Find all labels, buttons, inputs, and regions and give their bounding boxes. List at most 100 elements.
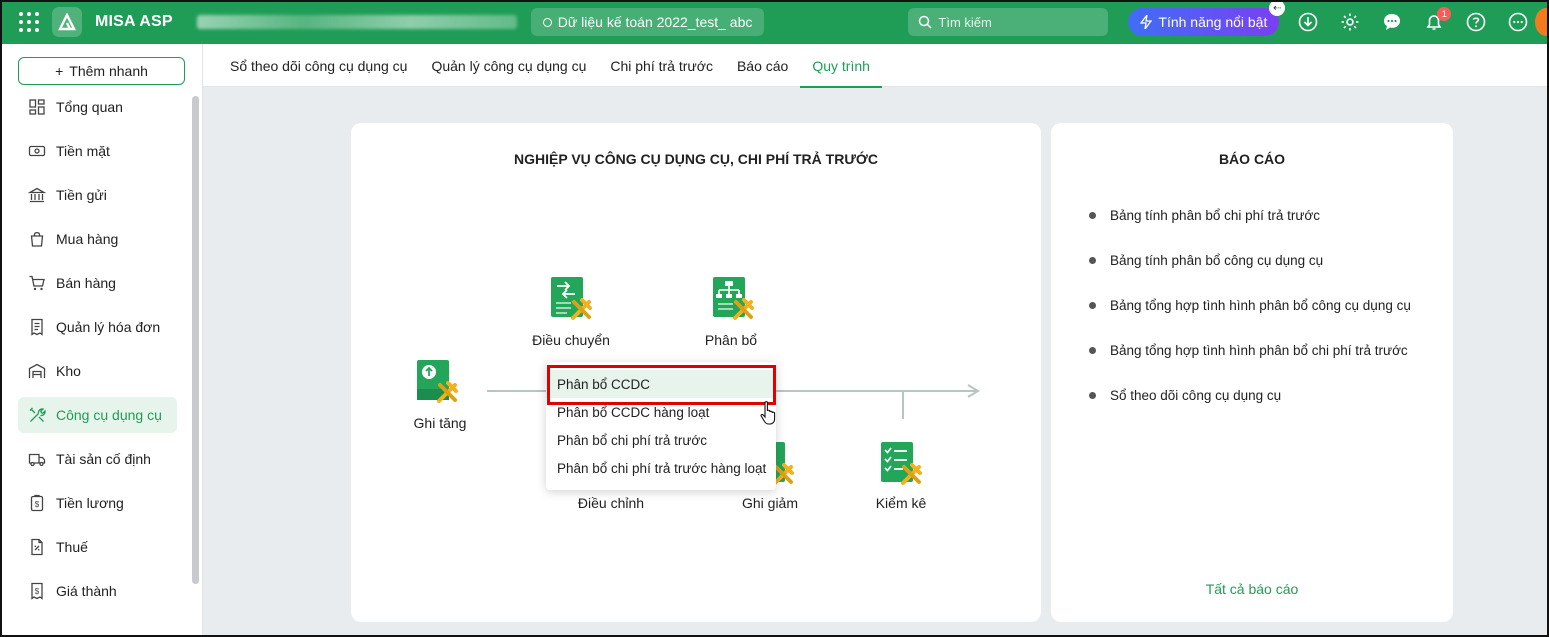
- notification-count-badge: 1: [1437, 7, 1452, 21]
- phan-bo-label[interactable]: Phân bổ: [671, 332, 791, 348]
- sidebar-item-label: Mua hàng: [56, 231, 119, 247]
- cost-icon: $: [31, 582, 43, 600]
- app-name: MISA ASP: [95, 13, 173, 30]
- sidebar-item-label: Tiền mặt: [56, 143, 110, 159]
- all-reports-link[interactable]: Tất cả báo cáo: [1051, 581, 1453, 597]
- report-link[interactable]: Bảng tính phân bổ công cụ dụng cụ: [1089, 238, 1411, 283]
- featured-label: Tính năng nổi bật: [1158, 14, 1268, 30]
- bullet-icon: [1089, 392, 1096, 399]
- sidebar-item-tien-mat[interactable]: Tiền mặt: [18, 133, 177, 169]
- bullet-icon: [1089, 347, 1096, 354]
- dieu-chuyen-icon[interactable]: [549, 276, 595, 322]
- search-placeholder: Tìm kiếm: [938, 14, 992, 30]
- sidebar-item-tien-luong[interactable]: $ Tiền lương: [18, 485, 177, 521]
- more-options-icon[interactable]: [1507, 11, 1529, 33]
- hand-pointer-icon: [760, 401, 776, 425]
- cash-icon: [28, 145, 46, 157]
- salary-icon: $: [30, 494, 44, 512]
- report-link-label: Bảng tổng hợp tình hình phân bổ công cụ …: [1110, 298, 1411, 313]
- report-link[interactable]: Sổ theo dõi công cụ dụng cụ: [1089, 373, 1411, 418]
- ghi-tang-icon[interactable]: [415, 359, 461, 405]
- invoice-icon: [31, 318, 43, 336]
- dieu-chinh-label[interactable]: Điều chỉnh: [551, 495, 671, 511]
- company-name-blurred: [196, 15, 517, 29]
- report-link-label: Bảng tính phân bổ chi phí trả trước: [1110, 208, 1321, 223]
- tab-so-theo-doi-ccdc[interactable]: Sổ theo dõi công cụ dụng cụ: [218, 44, 419, 87]
- report-link[interactable]: Bảng tổng hợp tình hình phân bổ chi phí …: [1089, 328, 1411, 373]
- dashboard-icon: [29, 99, 45, 115]
- kiem-ke-label[interactable]: Kiểm kê: [841, 495, 961, 511]
- misa-logo: [52, 7, 82, 37]
- sidebar-nav: Tổng quan Tiền mặt Tiền gửi Mua hàng Bán…: [18, 89, 177, 617]
- tab-bao-cao[interactable]: Báo cáo: [725, 44, 800, 87]
- download-icon[interactable]: [1297, 11, 1319, 33]
- chat-icon[interactable]: [1381, 11, 1403, 33]
- sidebar-item-label: Giá thành: [56, 583, 117, 599]
- search-input[interactable]: Tìm kiếm: [908, 8, 1109, 36]
- kiem-ke-icon[interactable]: [879, 441, 925, 487]
- plus-icon: +: [55, 63, 64, 79]
- sidebar-item-mua-hang[interactable]: Mua hàng: [18, 221, 177, 257]
- sidebar-item-gia-thanh[interactable]: $ Giá thành: [18, 573, 177, 609]
- sidebar: + Thêm nhanh Tổng quan Tiền mặt Tiền gửi…: [0, 44, 203, 637]
- svg-text:$: $: [35, 587, 40, 596]
- collapse-arrow-icon[interactable]: ⇠: [1269, 0, 1286, 16]
- report-list: Bảng tính phân bổ chi phí trả trước Bảng…: [1089, 193, 1411, 418]
- ghi-tang-label[interactable]: Ghi tăng: [380, 415, 500, 431]
- database-status-icon: [542, 17, 552, 27]
- menu-item-phan-bo-ccdc[interactable]: Phân bổ CCDC: [546, 370, 776, 398]
- bullet-icon: [1089, 257, 1096, 264]
- bullet-icon: [1089, 212, 1096, 219]
- sidebar-item-label: Tiền lương: [56, 495, 124, 511]
- report-link-label: Sổ theo dõi công cụ dụng cụ: [1110, 388, 1282, 403]
- app-grid-icon[interactable]: [16, 9, 42, 35]
- sidebar-item-label: Tài sản cố định: [56, 451, 151, 467]
- report-link-label: Bảng tính phân bổ công cụ dụng cụ: [1110, 253, 1324, 268]
- database-selector[interactable]: Dữ liệu kế toán 2022_test_ abc: [530, 8, 765, 36]
- settings-gear-icon[interactable]: [1339, 11, 1361, 33]
- allocation-dropdown-menu: Phân bổ CCDC Phân bổ CCDC hàng loạt Phân…: [546, 362, 776, 490]
- tab-quan-ly-ccdc[interactable]: Quản lý công cụ dụng cụ: [419, 44, 598, 87]
- sidebar-item-tai-san-co-dinh[interactable]: Tài sản cố định: [18, 441, 177, 477]
- truck-icon: [28, 453, 46, 467]
- report-link[interactable]: Bảng tính phân bổ chi phí trả trước: [1089, 193, 1411, 238]
- sidebar-item-label: Tổng quan: [56, 99, 123, 115]
- dieu-chuyen-label[interactable]: Điều chuyển: [511, 332, 631, 348]
- report-card: BÁO CÁO Bảng tính phân bổ chi phí trả tr…: [1051, 123, 1453, 622]
- shopping-bag-icon: [30, 231, 44, 247]
- lightning-icon: [1140, 15, 1153, 29]
- tab-quy-trinh[interactable]: Quy trình: [800, 44, 882, 88]
- top-bar: MISA ASP Dữ liệu kế toán 2022_test_ abc …: [0, 0, 1549, 44]
- sidebar-item-quan-ly-hoa-don[interactable]: Quản lý hóa đơn: [18, 309, 177, 345]
- phan-bo-icon[interactable]: [711, 276, 757, 322]
- notification-bell-icon[interactable]: 1: [1423, 7, 1452, 33]
- tab-chi-phi-tra-truoc[interactable]: Chi phí trả trước: [598, 44, 725, 87]
- sidebar-item-tien-gui[interactable]: Tiền gửi: [18, 177, 177, 213]
- sidebar-item-ban-hang[interactable]: Bán hàng: [18, 265, 177, 301]
- user-avatar[interactable]: [1535, 8, 1549, 36]
- tax-icon: [31, 538, 43, 556]
- featured-button[interactable]: Tính năng nổi bật ⇠: [1128, 0, 1286, 36]
- svg-text:$: $: [35, 500, 40, 509]
- sidebar-item-thue[interactable]: Thuế: [18, 529, 177, 565]
- report-link[interactable]: Bảng tổng hợp tình hình phân bổ công cụ …: [1089, 283, 1411, 328]
- tools-icon: [29, 407, 46, 422]
- sidebar-scrollbar[interactable]: [192, 96, 199, 584]
- ghi-giam-label[interactable]: Ghi giảm: [710, 495, 830, 511]
- tab-bar: Sổ theo dõi công cụ dụng cụ Quản lý công…: [203, 44, 1549, 88]
- sidebar-item-cong-cu-dung-cu[interactable]: Công cụ dụng cụ: [18, 397, 177, 433]
- help-icon[interactable]: [1465, 11, 1487, 33]
- quick-add-button[interactable]: + Thêm nhanh: [18, 57, 185, 85]
- sidebar-item-tong-quan[interactable]: Tổng quan: [18, 89, 177, 125]
- menu-item-phan-bo-chi-phi-tra-truoc[interactable]: Phân bổ chi phí trả trước: [546, 426, 776, 454]
- sidebar-item-label: Thuế: [56, 539, 88, 555]
- sidebar-item-kho[interactable]: Kho: [18, 353, 177, 389]
- search-icon: [919, 15, 932, 29]
- menu-item-phan-bo-ccdc-hang-loat[interactable]: Phân bổ CCDC hàng loạt: [546, 398, 776, 426]
- sidebar-item-label: Kho: [56, 363, 81, 379]
- sidebar-item-label: Bán hàng: [56, 275, 116, 291]
- sidebar-item-label: Công cụ dụng cụ: [56, 407, 162, 423]
- database-label: Dữ liệu kế toán 2022_test_ abc: [557, 14, 753, 30]
- menu-item-phan-bo-chi-phi-tra-truoc-hang-loat[interactable]: Phân bổ chi phí trả trước hàng loạt: [546, 454, 776, 482]
- bank-icon: [28, 187, 46, 203]
